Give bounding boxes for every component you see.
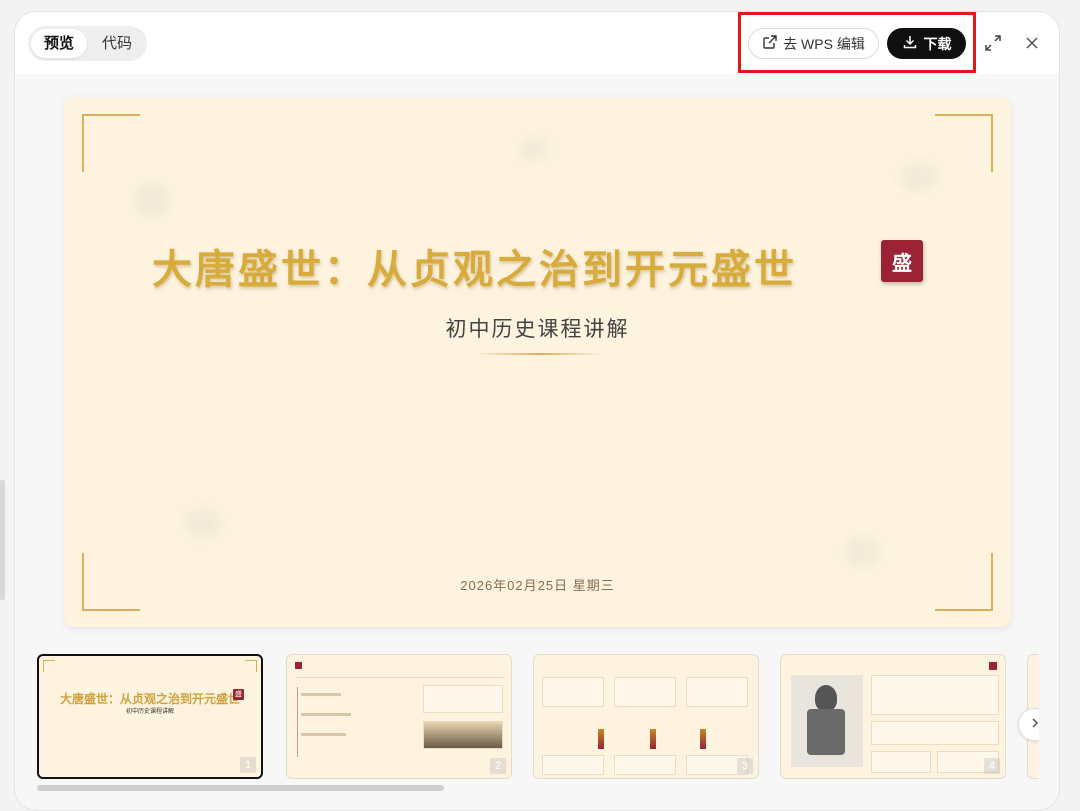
thumbnail-number: 3 bbox=[737, 758, 753, 774]
slide-subtitle: 初中历史课程讲解 bbox=[445, 318, 630, 341]
chart-bar bbox=[700, 729, 706, 749]
decor-blob bbox=[134, 182, 170, 218]
corner-frame bbox=[43, 660, 55, 672]
seal-badge: 盛 bbox=[881, 240, 923, 282]
main-slide-preview: 大唐盛世：从贞观之治到开元盛世 盛 初中历史课程讲解 2026年02月25日 星… bbox=[64, 97, 1011, 627]
decor-blob bbox=[184, 507, 222, 539]
slide-date: 2026年02月25日 星期三 bbox=[460, 578, 615, 593]
chart-bar bbox=[650, 729, 656, 749]
text-placeholder bbox=[301, 733, 346, 736]
info-card bbox=[542, 677, 604, 707]
info-card bbox=[871, 721, 999, 745]
portrait-head bbox=[815, 685, 837, 711]
thumbnail-heading bbox=[295, 662, 302, 669]
left-edge-strip bbox=[0, 480, 5, 600]
thumbnail-number: 1 bbox=[240, 757, 256, 773]
horizontal-scrollbar[interactable] bbox=[37, 785, 444, 791]
chart-bar bbox=[598, 729, 604, 749]
info-card bbox=[614, 677, 676, 707]
thumbnail-number: 4 bbox=[984, 758, 1000, 774]
download-button[interactable]: 下载 bbox=[887, 28, 966, 59]
mini-bar-chart bbox=[554, 717, 744, 749]
text-placeholder bbox=[301, 713, 351, 716]
portrait-image bbox=[791, 675, 863, 767]
corner-frame bbox=[935, 114, 993, 172]
decor-blob bbox=[519, 137, 549, 161]
slide-thumbnail[interactable]: 4 bbox=[780, 654, 1006, 779]
seal-marker bbox=[989, 662, 997, 670]
decor-blob bbox=[844, 537, 880, 567]
tab-code[interactable]: 代码 bbox=[90, 29, 144, 58]
timeline-line bbox=[297, 687, 298, 757]
preview-panel: 预览 代码 去 WPS 编辑 下载 大唐盛世：从贞观之治到开元盛世 盛 初中历史… bbox=[14, 11, 1060, 811]
image-card bbox=[423, 721, 503, 749]
panel-header: 预览 代码 去 WPS 编辑 下载 bbox=[15, 12, 1059, 74]
slide-thumbnail[interactable]: 2 bbox=[286, 654, 512, 779]
next-thumbnails-button[interactable] bbox=[1018, 708, 1039, 741]
info-card bbox=[871, 751, 931, 773]
slide-title: 大唐盛世：从贞观之治到开元盛世 bbox=[152, 248, 797, 292]
decor-blob bbox=[899, 162, 939, 192]
download-icon bbox=[902, 34, 918, 53]
thumbnail-title: 大唐盛世：从贞观之治到开元盛世 bbox=[59, 692, 240, 706]
thumbnail-number: 2 bbox=[490, 758, 506, 774]
heading-marker bbox=[295, 662, 302, 669]
info-card bbox=[686, 677, 748, 707]
info-card bbox=[871, 675, 999, 715]
tab-preview[interactable]: 预览 bbox=[31, 29, 87, 58]
divider-line bbox=[295, 677, 505, 678]
info-card bbox=[614, 755, 676, 775]
corner-frame bbox=[82, 114, 140, 172]
expand-icon[interactable] bbox=[981, 31, 1005, 55]
title-divider bbox=[474, 353, 604, 355]
close-icon[interactable] bbox=[1020, 31, 1044, 55]
stat-card bbox=[423, 685, 503, 713]
corner-frame bbox=[245, 660, 257, 672]
thumbnail-strip: 大唐盛世：从贞观之治到开元盛世 盛 初中历史课程讲解 1 2 3 4 bbox=[37, 652, 1039, 782]
slide-thumbnail[interactable]: 大唐盛世：从贞观之治到开元盛世 盛 初中历史课程讲解 1 bbox=[37, 654, 263, 779]
view-tabs: 预览 代码 bbox=[28, 26, 147, 61]
info-card bbox=[542, 755, 604, 775]
thumbnail-subtitle: 初中历史课程讲解 bbox=[125, 709, 174, 715]
thumbnail-seal: 盛 bbox=[233, 689, 244, 700]
chevron-right-icon bbox=[1029, 716, 1040, 734]
edit-in-wps-button[interactable]: 去 WPS 编辑 bbox=[748, 28, 879, 59]
download-label: 下载 bbox=[923, 35, 952, 52]
external-link-icon bbox=[762, 34, 778, 53]
text-placeholder bbox=[301, 693, 341, 696]
edit-in-wps-label: 去 WPS 编辑 bbox=[783, 35, 865, 52]
portrait-body bbox=[807, 709, 845, 755]
slide-thumbnail[interactable]: 3 bbox=[533, 654, 759, 779]
